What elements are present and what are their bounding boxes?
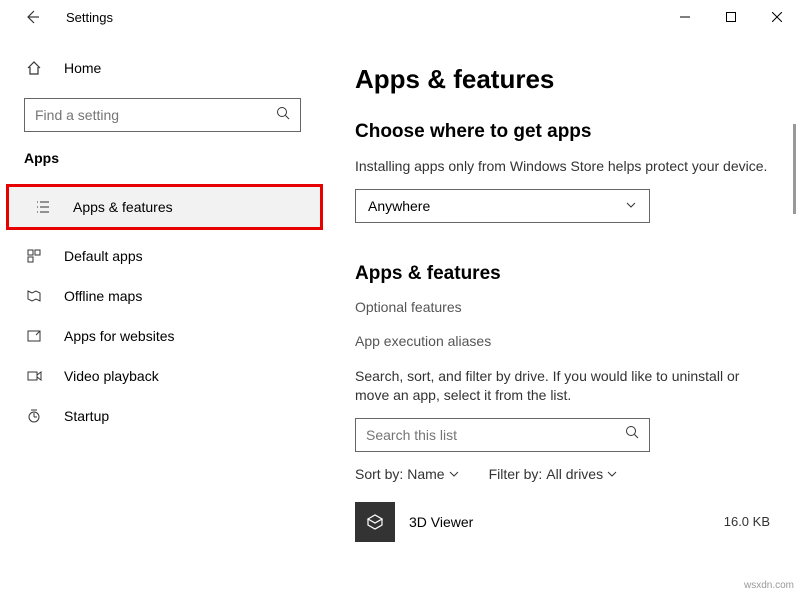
back-button[interactable] <box>14 0 50 34</box>
highlight-annotation: Apps & features <box>6 184 323 230</box>
list-icon <box>33 199 53 215</box>
apps-search[interactable] <box>355 418 650 452</box>
default-apps-icon <box>24 248 44 264</box>
sort-filter-row: Sort by: Name Filter by: All drives <box>355 466 770 482</box>
main-panel: Apps & features Choose where to get apps… <box>325 34 800 595</box>
app-list-item[interactable]: 3D Viewer 16.0 KB <box>355 502 770 542</box>
close-button[interactable] <box>754 0 800 34</box>
apps-search-input[interactable] <box>366 427 625 443</box>
map-icon <box>24 288 44 304</box>
chevron-down-icon <box>625 198 637 214</box>
sort-by-dropdown[interactable]: Name <box>407 466 458 482</box>
apps-list-desc: Search, sort, and filter by drive. If yo… <box>355 367 770 406</box>
nav-apps-websites[interactable]: Apps for websites <box>0 316 325 356</box>
chevron-down-icon <box>607 469 617 479</box>
settings-search[interactable] <box>24 98 301 132</box>
section-apps-features-title: Apps & features <box>355 263 770 285</box>
window-title: Settings <box>66 10 113 25</box>
titlebar: Settings <box>0 0 800 34</box>
nav-label: Default apps <box>64 248 143 264</box>
video-icon <box>24 368 44 384</box>
sort-label: Sort by: <box>355 466 403 482</box>
filter-label: Filter by: <box>489 466 543 482</box>
nav-default-apps[interactable]: Default apps <box>0 236 325 276</box>
sidebar-home[interactable]: Home <box>0 50 325 86</box>
page-title: Apps & features <box>355 64 770 95</box>
search-input[interactable] <box>35 107 276 123</box>
nav-label: Apps for websites <box>64 328 175 344</box>
nav-startup[interactable]: Startup <box>0 396 325 436</box>
nav-label: Video playback <box>64 368 159 384</box>
chevron-down-icon <box>449 469 459 479</box>
app-aliases-link[interactable]: App execution aliases <box>355 333 770 349</box>
close-icon <box>772 12 782 22</box>
app-size: 16.0 KB <box>724 514 770 529</box>
home-icon <box>24 60 44 76</box>
nav-label: Offline maps <box>64 288 142 304</box>
window-controls <box>662 0 800 34</box>
maximize-icon <box>726 12 736 22</box>
section-choose-apps-desc: Installing apps only from Windows Store … <box>355 157 770 177</box>
search-icon <box>276 106 290 125</box>
nav-video-playback[interactable]: Video playback <box>0 356 325 396</box>
nav-label: Startup <box>64 408 109 424</box>
websites-icon <box>24 328 44 344</box>
scrollbar[interactable] <box>793 124 796 214</box>
startup-icon <box>24 408 44 424</box>
nav-label: Apps & features <box>73 199 173 215</box>
nav-offline-maps[interactable]: Offline maps <box>0 276 325 316</box>
nav-apps-features[interactable]: Apps & features <box>9 187 320 227</box>
search-icon <box>625 425 639 444</box>
home-label: Home <box>64 60 101 76</box>
minimize-button[interactable] <box>662 0 708 34</box>
arrow-left-icon <box>24 9 40 25</box>
filter-by-dropdown[interactable]: All drives <box>546 466 617 482</box>
app-source-dropdown[interactable]: Anywhere <box>355 189 650 223</box>
watermark: wsxdn.com <box>744 580 794 591</box>
minimize-icon <box>680 12 690 22</box>
sidebar: Home Apps Apps & features Default apps O… <box>0 34 325 595</box>
app-icon <box>355 502 395 542</box>
dropdown-value: Anywhere <box>368 198 430 214</box>
app-name: 3D Viewer <box>409 514 473 530</box>
category-label: Apps <box>0 150 325 166</box>
optional-features-link[interactable]: Optional features <box>355 299 770 315</box>
maximize-button[interactable] <box>708 0 754 34</box>
section-choose-apps-title: Choose where to get apps <box>355 121 770 143</box>
